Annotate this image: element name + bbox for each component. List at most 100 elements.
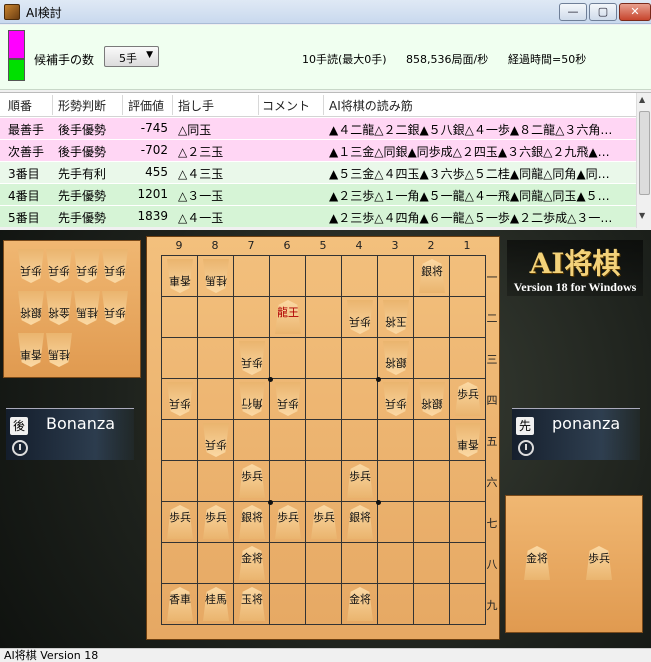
- table-row[interactable]: 最善手 後手優勢 -745 △同玉 ▲４二龍△２二銀▲５八銀△４一歩▲８二龍△３六角…: [0, 118, 636, 139]
- shogi-piece[interactable]: 歩兵: [275, 382, 301, 416]
- board-square[interactable]: [270, 256, 306, 297]
- table-row[interactable]: 5番目 先手優勢 1839 △４一玉 ▲２三歩△４四角▲６一龍△５一歩▲２二歩成△３一…: [0, 206, 636, 227]
- board-square[interactable]: [306, 256, 342, 297]
- table-row[interactable]: 次善手 後手優勢 -702 △２三玉 ▲１三金△同銀▲同歩成△２四玉▲３六銀△２九飛▲…: [0, 140, 636, 161]
- column-divider[interactable]: [323, 95, 324, 115]
- board-square[interactable]: [198, 379, 234, 420]
- captured-piece[interactable]: 歩兵: [18, 249, 44, 283]
- board-square[interactable]: [342, 543, 378, 584]
- board-square[interactable]: [342, 379, 378, 420]
- captured-piece[interactable]: 歩兵: [586, 546, 612, 580]
- board-square[interactable]: [414, 543, 450, 584]
- close-button[interactable]: ✕: [619, 3, 651, 21]
- shogi-piece[interactable]: 歩兵: [167, 382, 193, 416]
- table-row[interactable]: 4番目 先手優勢 1201 △３一玉 ▲２三歩△１一角▲５一龍△４一飛▲同龍△同玉▲５…: [0, 184, 636, 205]
- shogi-piece[interactable]: 玉将: [383, 300, 409, 334]
- shogi-piece[interactable]: 銀将: [419, 259, 445, 293]
- board-square[interactable]: [270, 584, 306, 625]
- board-square[interactable]: [414, 461, 450, 502]
- column-divider[interactable]: [172, 95, 173, 115]
- board-square[interactable]: [450, 461, 486, 502]
- board-square[interactable]: [414, 338, 450, 379]
- board-square[interactable]: [342, 338, 378, 379]
- shogi-piece[interactable]: 金将: [239, 546, 265, 580]
- captured-piece[interactable]: 歩兵: [46, 249, 72, 283]
- shogi-piece[interactable]: 香車: [167, 587, 193, 621]
- board-square[interactable]: [378, 461, 414, 502]
- shogi-piece[interactable]: 角行: [239, 382, 265, 416]
- shogi-piece[interactable]: 桂馬: [203, 259, 229, 293]
- shogi-piece[interactable]: 歩兵: [455, 382, 481, 416]
- board-square[interactable]: [450, 338, 486, 379]
- captured-piece[interactable]: 歩兵: [102, 291, 128, 325]
- board-square[interactable]: [378, 502, 414, 543]
- board-square[interactable]: [306, 420, 342, 461]
- shogi-piece[interactable]: 歩兵: [167, 505, 193, 539]
- captured-piece[interactable]: 桂馬: [74, 291, 100, 325]
- shogi-piece[interactable]: 歩兵: [383, 382, 409, 416]
- scroll-thumb[interactable]: [639, 111, 650, 195]
- board-square[interactable]: [270, 420, 306, 461]
- board-square[interactable]: [378, 420, 414, 461]
- captured-piece[interactable]: 香車: [18, 333, 44, 367]
- candidates-dropdown[interactable]: 5手 ▼: [104, 46, 159, 67]
- column-header[interactable]: 順番: [8, 97, 32, 114]
- board-square[interactable]: [234, 420, 270, 461]
- column-header[interactable]: 評価値: [128, 97, 164, 114]
- shogi-piece[interactable]: 香車: [167, 259, 193, 293]
- board-square[interactable]: [270, 338, 306, 379]
- board-square[interactable]: [450, 256, 486, 297]
- board-square[interactable]: [306, 338, 342, 379]
- board-square[interactable]: [306, 461, 342, 502]
- board-square[interactable]: [198, 461, 234, 502]
- shogi-piece[interactable]: 金将: [347, 587, 373, 621]
- shogi-piece[interactable]: 歩兵: [203, 423, 229, 457]
- board-square[interactable]: [378, 584, 414, 625]
- shogi-piece[interactable]: 銀将: [239, 505, 265, 539]
- shogi-piece[interactable]: 玉将: [239, 587, 265, 621]
- shogi-piece[interactable]: 歩兵: [275, 505, 301, 539]
- shogi-piece[interactable]: 歩兵: [347, 464, 373, 498]
- scroll-down-icon[interactable]: ▼: [639, 211, 645, 220]
- captured-piece[interactable]: 銀将: [18, 291, 44, 325]
- shogi-piece[interactable]: 銀将: [383, 341, 409, 375]
- shogi-piece[interactable]: 歩兵: [239, 341, 265, 375]
- board-square[interactable]: [162, 338, 198, 379]
- title-bar[interactable]: AI検討 — ▢ ✕: [0, 0, 651, 24]
- board-square[interactable]: [162, 420, 198, 461]
- board-square[interactable]: [306, 379, 342, 420]
- captured-piece[interactable]: 桂馬: [46, 333, 72, 367]
- board-square[interactable]: [342, 256, 378, 297]
- column-header[interactable]: AI将棋の読み筋: [329, 97, 413, 114]
- board-square[interactable]: [162, 297, 198, 338]
- column-divider[interactable]: [52, 95, 53, 115]
- minimize-button[interactable]: —: [559, 3, 587, 21]
- captured-piece[interactable]: 金将: [524, 546, 550, 580]
- shogi-piece[interactable]: 歩兵: [347, 300, 373, 334]
- shogi-board[interactable]: 香車 桂馬 銀将 龍王 歩兵 玉将 歩兵 銀将 歩兵 角行 歩兵 歩兵 銀将 歩兵 歩兵 香車 歩兵 歩兵 歩兵 歩兵…: [146, 236, 500, 640]
- table-row[interactable]: 3番目 先手有利 455 △４三玉 ▲５三金△４四玉▲３六歩△５二桂▲同龍△同角▲同…: [0, 162, 636, 183]
- board-square[interactable]: [450, 502, 486, 543]
- board-square[interactable]: [306, 584, 342, 625]
- board-square[interactable]: [414, 584, 450, 625]
- column-header[interactable]: 指し手: [178, 97, 214, 114]
- shogi-piece[interactable]: 香車: [455, 423, 481, 457]
- board-square[interactable]: [306, 297, 342, 338]
- board-square[interactable]: [234, 256, 270, 297]
- column-divider[interactable]: [258, 95, 259, 115]
- board-square[interactable]: [450, 297, 486, 338]
- board-square[interactable]: [414, 420, 450, 461]
- column-header[interactable]: 形勢判断: [58, 97, 106, 114]
- board-square[interactable]: [270, 543, 306, 584]
- column-divider[interactable]: [122, 95, 123, 115]
- shogi-piece[interactable]: 銀将: [419, 382, 445, 416]
- shogi-piece[interactable]: 桂馬: [203, 587, 229, 621]
- board-square[interactable]: [450, 543, 486, 584]
- board-square[interactable]: [198, 297, 234, 338]
- vertical-scrollbar[interactable]: ▲ ▼: [636, 93, 651, 228]
- board-square[interactable]: [306, 543, 342, 584]
- board-square[interactable]: [198, 543, 234, 584]
- board-square[interactable]: [198, 338, 234, 379]
- shogi-piece[interactable]: 歩兵: [311, 505, 337, 539]
- shogi-piece[interactable]: 歩兵: [239, 464, 265, 498]
